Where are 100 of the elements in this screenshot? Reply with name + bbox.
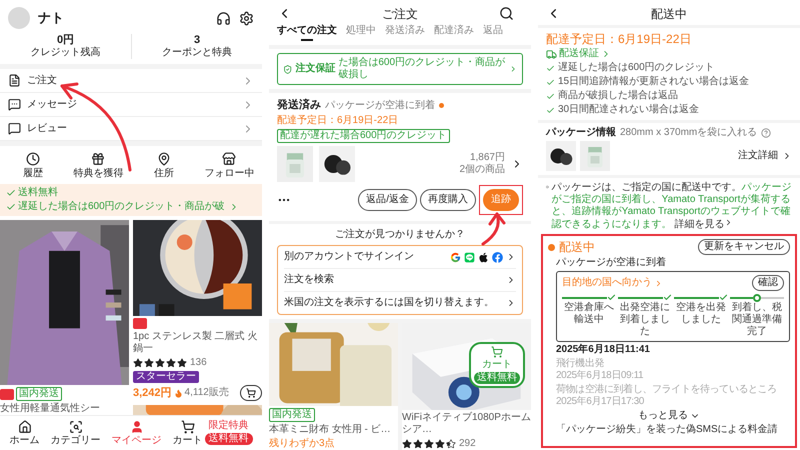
shipping-tag: 国内発送	[269, 408, 315, 422]
order-tab[interactable]: 配達済み	[434, 25, 474, 41]
order-tab[interactable]: 処理中	[346, 25, 376, 41]
star-icon	[413, 439, 423, 449]
help-link[interactable]: 別のアカウントでサインイン	[284, 246, 516, 269]
search-icon[interactable]	[499, 6, 514, 21]
price: 3,242円	[133, 386, 172, 400]
product-title[interactable]: WiFiネイティブ1080Pホームシア…	[402, 412, 531, 436]
stat-label: クレジット残高	[30, 47, 100, 59]
gift-icon	[91, 152, 106, 166]
person-icon	[130, 420, 144, 434]
clock-icon	[26, 152, 40, 166]
guarantee-item: 30日間配達されない場合は返金	[558, 104, 700, 116]
step-label: 空港を出発しました	[675, 302, 727, 327]
truck-icon	[546, 48, 557, 60]
scam-warning[interactable]: 「パッケージ紛失」を装った偽SMSによる料金請	[548, 424, 790, 436]
shortcut-button[interactable]: フォロー中	[196, 152, 262, 180]
order-action-button[interactable]: 返品/返金	[358, 189, 417, 211]
details-link[interactable]: 詳細を見る	[674, 219, 724, 230]
package-size: 280mm x 370mmを袋に入れる	[620, 127, 758, 139]
event-time: 2025年6月17日17:30	[556, 396, 645, 408]
star-icon	[424, 439, 434, 449]
guarantee-item: 遅延した場合は600円のクレジット	[558, 62, 715, 74]
star-icon	[435, 439, 445, 449]
event-time: 2025年6月18日11:41	[555, 344, 651, 356]
support-icon[interactable]	[216, 10, 231, 26]
apple-icon[interactable]	[478, 252, 489, 262]
star-icon	[166, 358, 176, 368]
star-icon	[446, 439, 456, 449]
help-link[interactable]: 米国の注文を表示するには国を切り替えます。	[284, 292, 516, 314]
shipment-detail: パッケージが空港に到着	[325, 100, 435, 112]
order-details-link[interactable]: 注文詳細	[738, 150, 778, 162]
delivery-date: 配達予定日：6月19日-22日	[546, 32, 692, 46]
user-name: ナト	[38, 10, 64, 26]
free-shipping-badge: 送料無料	[204, 433, 252, 445]
page-title: ご注文	[381, 6, 419, 20]
shortcut-button[interactable]: 履歴	[0, 152, 66, 180]
product-title[interactable]: 1pc ステンレス製 二層式 火鍋一	[133, 331, 262, 355]
banner-text: 送料無料	[18, 187, 58, 199]
document-icon	[8, 74, 21, 87]
cart-icon	[180, 420, 194, 434]
product-title[interactable]: 本革ミニ財布 女性用 - ビ…	[269, 424, 391, 436]
status-dot	[439, 103, 444, 108]
facebook-icon[interactable]	[492, 252, 503, 262]
event-time: 2025年6月18日09:11	[556, 370, 644, 382]
flame-icon	[174, 388, 183, 398]
delivery-date: 配達予定日：6月19日-22日	[277, 115, 398, 127]
delivery-guarantee-link[interactable]: 配送保証	[546, 48, 611, 60]
stock-note: 残りわずか3点	[269, 438, 336, 450]
help-icon[interactable]	[761, 128, 772, 138]
item-count: 2個の商品	[459, 164, 505, 176]
star-icon	[177, 358, 187, 368]
step-label: 空港倉庫へ輸送中	[563, 302, 615, 327]
menu-item[interactable]: ご注文	[0, 69, 262, 93]
nav-tab[interactable]: ホーム	[10, 420, 40, 447]
star-icon	[155, 358, 165, 368]
home-icon	[18, 420, 32, 434]
help-title: ご注文が見つかりませんか？	[334, 228, 466, 242]
page-title: 配送中	[650, 6, 688, 20]
status-dot	[548, 244, 555, 250]
star-icon	[402, 439, 412, 449]
shield-icon	[283, 64, 292, 74]
tracking-status: 配送中	[559, 240, 595, 254]
star-icon	[133, 358, 143, 368]
seller-badge: スターセラー	[133, 371, 199, 383]
product-title[interactable]: 女性用軽量通気性シー	[0, 403, 100, 415]
cart-icon	[246, 388, 256, 398]
stat-value: 0円	[56, 34, 74, 47]
order-action-button[interactable]: 再度購入	[420, 189, 476, 211]
delay-credit-tag: 配達が遅れた場合600円のクレジット	[277, 129, 450, 143]
order-tab[interactable]: すべての注文	[277, 25, 337, 41]
review-count: 136	[190, 357, 207, 369]
nav-tab[interactable]: カテゴリー	[50, 420, 100, 447]
google-icon[interactable]	[450, 252, 461, 262]
cancel-updates-button[interactable]: 更新をキャンセル	[698, 239, 790, 255]
stat-value: 3	[194, 34, 200, 47]
step-label: 出発空港に到着しました	[619, 302, 671, 338]
nav-tab[interactable]: カート	[172, 420, 202, 447]
chevron-right-icon	[654, 278, 663, 288]
order-tab[interactable]: 発送済み	[385, 25, 425, 41]
speech-bubble-icon	[8, 122, 21, 135]
settings-icon[interactable]	[239, 10, 254, 26]
shortcut-button[interactable]: 住所	[131, 152, 196, 180]
show-more-link[interactable]: もっと見る	[638, 410, 688, 422]
guarantee-label: 注文保証	[295, 63, 336, 75]
shipping-notice: パッケージは、ご指定の国に配送中です。パッケージがご指定の国に到着し、Yamato Transportが集荷すると、追跡情報がYamato Transportのウェブサイトで確認できるようになります。 詳細を見る	[552, 182, 792, 231]
category-search-icon	[68, 420, 82, 434]
menu-item[interactable]: メッセージ	[0, 93, 262, 117]
sold-count: 4,112販売	[184, 387, 229, 399]
event-title: 飛行機出発	[556, 358, 606, 370]
cart-label: カート	[482, 359, 512, 372]
shortcut-button[interactable]: 特典を獲得	[66, 152, 131, 180]
order-total: 1,867円	[470, 152, 505, 164]
nav-tab[interactable]: マイページ	[112, 420, 162, 447]
order-tab[interactable]: 返品	[483, 25, 503, 41]
banner-text: 遅延した場合は600円のクレジット・商品が破	[18, 201, 225, 213]
add-to-cart-button[interactable]	[240, 385, 262, 401]
confirm-button[interactable]: 確認	[752, 275, 784, 291]
cart-icon	[491, 346, 503, 358]
help-link[interactable]: 注文を検索	[284, 269, 516, 292]
